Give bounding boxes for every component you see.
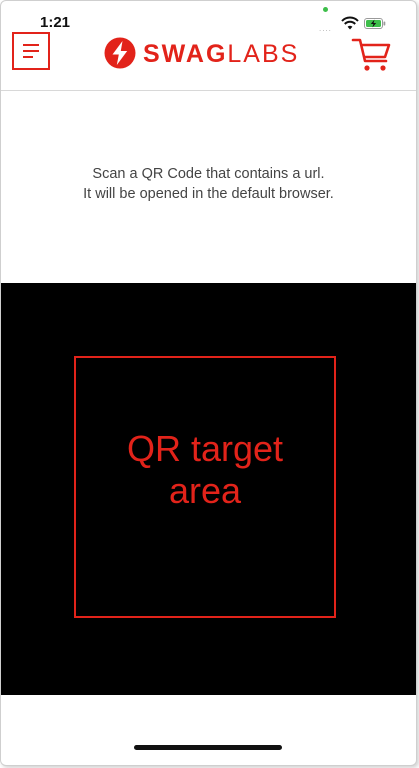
status-time: 1:21	[40, 14, 71, 31]
instructions-line-2: It will be opened in the default browser…	[83, 186, 334, 202]
cart-icon	[351, 38, 391, 71]
instructions-line-1: Scan a QR Code that contains a url.	[92, 166, 325, 182]
app-screen: 1:21 .... SWAGLABS Scan a QR Code that c…	[0, 0, 417, 766]
logo-text-bold: SWAG	[143, 40, 228, 68]
camera-preview: QR target area	[1, 283, 416, 695]
qr-target-label-line-1: QR target	[126, 428, 284, 469]
battery-charging-icon	[364, 18, 386, 29]
recording-indicator-icon	[323, 7, 328, 12]
wifi-icon	[341, 16, 359, 30]
qr-target-label: QR target area	[76, 428, 334, 512]
status-bar: 1:21 ....	[1, 1, 416, 33]
lightning-bolt-icon	[104, 37, 136, 69]
logo-text-light: LABS	[227, 40, 300, 68]
swag-labs-logo: SWAGLABS	[104, 37, 314, 71]
logo-text: SWAGLABS	[143, 40, 299, 68]
qr-target-frame: QR target area	[74, 356, 336, 618]
signal-icon: ....	[319, 24, 332, 33]
scan-instructions: Scan a QR Code that contains a url. It w…	[1, 164, 416, 204]
cart-button[interactable]	[351, 34, 393, 74]
home-indicator[interactable]	[134, 745, 282, 750]
header-divider	[1, 90, 416, 91]
qr-target-label-line-2: area	[168, 470, 242, 511]
menu-button[interactable]	[12, 32, 50, 70]
